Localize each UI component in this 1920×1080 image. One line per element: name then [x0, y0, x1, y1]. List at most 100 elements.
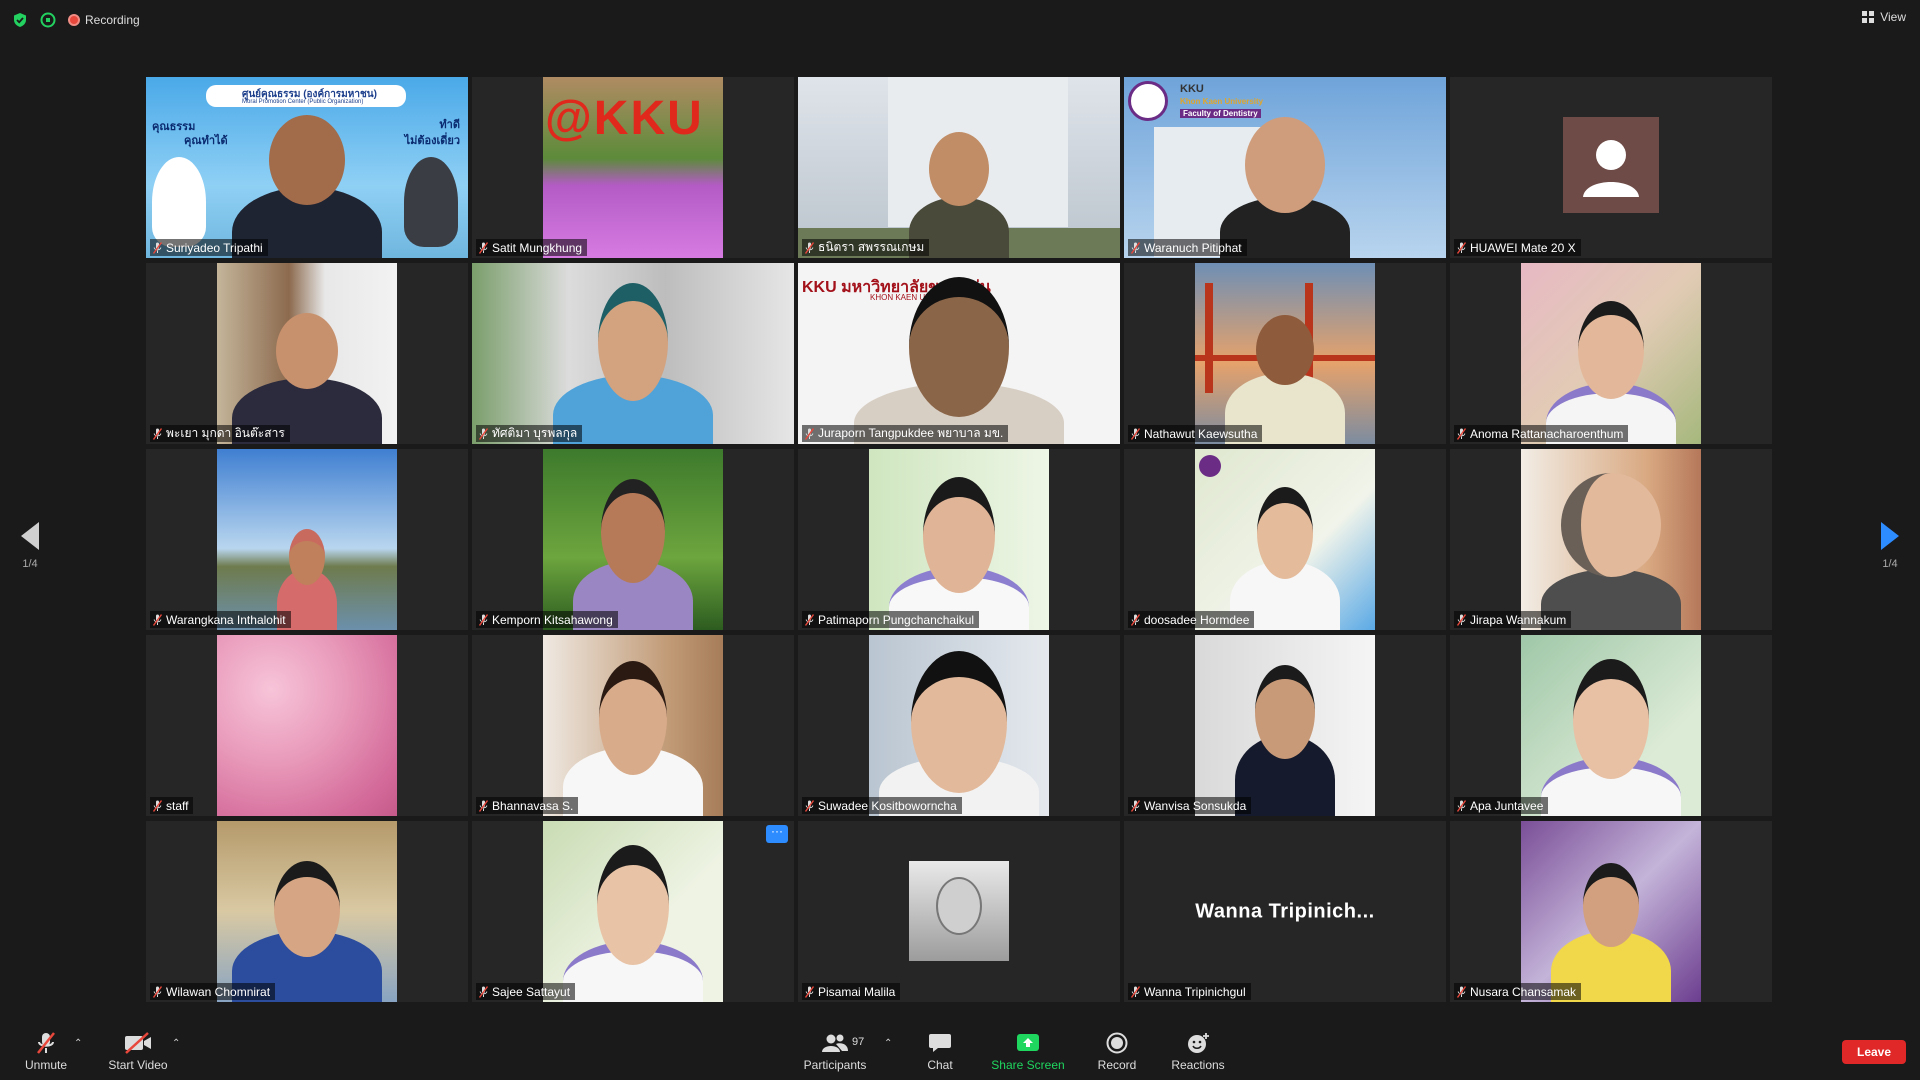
view-button[interactable]: View: [1862, 10, 1906, 24]
participant-tile[interactable]: doosadee Hormdee: [1124, 449, 1446, 630]
participant-name: Sajee Sattayut: [492, 984, 571, 999]
participant-tile[interactable]: Bhannavasa S.: [472, 635, 794, 816]
meeting-toolbar: Unmute ⌃ Start Video ⌃ Participants 97 ⌃: [0, 1022, 1920, 1080]
participant-tile[interactable]: ··· Sajee Sattayut: [472, 821, 794, 1002]
participant-name: Juraporn Tangpukdee พยาบาล มข.: [818, 426, 1004, 440]
chat-label: Chat: [927, 1058, 953, 1072]
encryption-icon[interactable]: [40, 12, 56, 28]
participant-tile[interactable]: Apa Juntavee: [1450, 635, 1772, 816]
microphone-muted-icon: [479, 427, 488, 440]
page-indicator-right: 1/4: [1882, 558, 1898, 570]
participant-name-bar: Jirapa Wannakum: [1454, 611, 1572, 628]
reactions-button[interactable]: Reactions: [1158, 1030, 1238, 1072]
record-button[interactable]: Record: [1077, 1030, 1157, 1072]
audio-options-caret[interactable]: ⌃: [74, 1038, 82, 1049]
participants-count: 97: [852, 1036, 865, 1048]
video-options-caret[interactable]: ⌃: [172, 1038, 180, 1049]
participant-tile[interactable]: Anoma Rattanacharoenthum: [1450, 263, 1772, 444]
moral-right-text-2: ไม่ต้องเดี่ยว: [404, 135, 460, 147]
participant-name: Jirapa Wannakum: [1470, 612, 1567, 627]
chat-button[interactable]: Chat: [900, 1030, 980, 1072]
grid-view-icon: [1862, 11, 1875, 23]
participants-options-caret[interactable]: ⌃: [884, 1038, 892, 1049]
microphone-muted-icon: [37, 1032, 55, 1054]
share-screen-button[interactable]: Share Screen: [988, 1030, 1068, 1072]
participant-name-bar: ธนิตรา สพรรณเกษม: [802, 239, 930, 256]
share-screen-label: Share Screen: [991, 1058, 1065, 1072]
participant-video: [1195, 263, 1375, 444]
view-label: View: [1880, 10, 1906, 24]
participant-name: Nusara Chansamak: [1470, 984, 1577, 999]
participant-tile[interactable]: Jirapa Wannakum: [1450, 449, 1772, 630]
moral-center-subtitle: Moral Promotion Center (Public Organizat…: [242, 99, 364, 105]
participant-tile[interactable]: ธนิตรา สพรรณเกษม: [798, 77, 1120, 258]
participant-name-bar: Sajee Sattayut: [476, 983, 576, 1000]
participant-name: Patimaporn Pungchanchaikul: [818, 612, 975, 627]
moral-left-text-2: คุณทำได้: [184, 135, 228, 147]
reactions-label: Reactions: [1171, 1058, 1225, 1072]
participant-tile[interactable]: Pisamai Malila: [798, 821, 1120, 1002]
participant-name-bar: Wanvisa Sonsukda: [1128, 797, 1252, 814]
start-video-button[interactable]: Start Video: [98, 1030, 178, 1072]
participant-video: [217, 635, 397, 816]
participant-tile[interactable]: staff: [146, 635, 468, 816]
microphone-muted-icon: [1457, 241, 1466, 254]
participant-video: [543, 635, 723, 816]
previous-page-button[interactable]: 1/4: [10, 522, 50, 570]
participant-tile[interactable]: KKU มหาวิทยาลัยขอนแก่น KHON KAEN UNIVERS…: [798, 263, 1120, 444]
participant-tile[interactable]: ทัศติมา บุรพลกุล: [472, 263, 794, 444]
microphone-muted-icon: [805, 427, 814, 440]
participant-video: ศูนย์คุณธรรม (องค์การมหาชน) Moral Promot…: [146, 77, 468, 258]
leave-button[interactable]: Leave: [1842, 1040, 1906, 1064]
participant-tile[interactable]: พะเยา มุกดา อินต๊ะสาร: [146, 263, 468, 444]
participant-name-bar: Nusara Chansamak: [1454, 983, 1582, 1000]
participant-tile[interactable]: Wanvisa Sonsukda: [1124, 635, 1446, 816]
recording-indicator[interactable]: Recording: [68, 12, 140, 28]
participant-video: [798, 77, 1120, 258]
recording-icon: [68, 14, 80, 26]
participant-name: Satit Mungkhung: [492, 240, 583, 255]
participant-tile[interactable]: Wanna Tripinich... Wanna Tripinichgul: [1124, 821, 1446, 1002]
participant-name-bar: Waranuch Pitiphat: [1128, 239, 1247, 256]
participant-tile[interactable]: @KKU Satit Mungkhung: [472, 77, 794, 258]
participant-name: staff: [166, 798, 189, 813]
unmute-label: Unmute: [24, 1058, 68, 1072]
chevron-right-icon: [1881, 522, 1899, 550]
participant-name: Warangkana Inthalohit: [166, 612, 286, 627]
participant-tile[interactable]: Suwadee Kositboworncha: [798, 635, 1120, 816]
participant-video: [1521, 635, 1701, 816]
participant-tile[interactable]: ศูนย์คุณธรรม (องค์การมหาชน) Moral Promot…: [146, 77, 468, 258]
microphone-muted-icon: [1131, 799, 1140, 812]
shield-icon[interactable]: [12, 12, 28, 28]
more-options-button[interactable]: ···: [766, 825, 788, 843]
participant-tile[interactable]: Wilawan Chomnirat: [146, 821, 468, 1002]
participant-tile[interactable]: HUAWEI Mate 20 X: [1450, 77, 1772, 258]
microphone-muted-icon: [1131, 985, 1140, 998]
microphone-muted-icon: [153, 241, 162, 254]
participant-tile[interactable]: Nusara Chansamak: [1450, 821, 1772, 1002]
participant-name-bar: ทัศติมา บุรพลกุล: [476, 425, 583, 442]
participant-video: [543, 449, 723, 630]
participant-tile[interactable]: Nathawut Kaewsutha: [1124, 263, 1446, 444]
microphone-muted-icon: [805, 613, 814, 626]
microphone-muted-icon: [1457, 427, 1466, 440]
avatar: [1563, 117, 1659, 213]
microphone-muted-icon: [153, 799, 162, 812]
participant-name: Wanna Tripinichgul: [1144, 984, 1246, 999]
participant-tile[interactable]: Patimaporn Pungchanchaikul: [798, 449, 1120, 630]
participant-tile[interactable]: Warangkana Inthalohit: [146, 449, 468, 630]
participant-name-bar: Warangkana Inthalohit: [150, 611, 291, 628]
participant-tile[interactable]: KKU Khon Kaen University Faculty of Dent…: [1124, 77, 1446, 258]
participant-name-bar: Patimaporn Pungchanchaikul: [802, 611, 980, 628]
microphone-muted-icon: [805, 985, 814, 998]
next-page-button[interactable]: 1/4: [1870, 522, 1910, 570]
participant-name-bar: Suwadee Kositboworncha: [802, 797, 962, 814]
unmute-button[interactable]: Unmute: [6, 1030, 86, 1072]
microphone-muted-icon: [1457, 613, 1466, 626]
recording-label: Recording: [85, 13, 140, 27]
participant-video: [869, 635, 1049, 816]
participant-video: [1521, 263, 1701, 444]
participant-tile[interactable]: Kemporn Kitsahawong: [472, 449, 794, 630]
participant-video: [217, 263, 397, 444]
microphone-muted-icon: [805, 799, 814, 812]
